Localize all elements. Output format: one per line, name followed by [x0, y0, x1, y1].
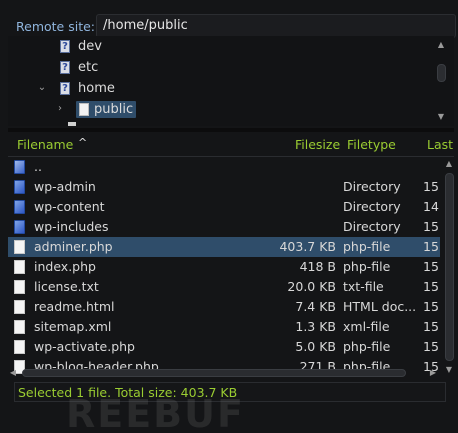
file-row-parent[interactable]: .. — [8, 157, 440, 177]
file-row[interactable]: wp-includes Directory 15 — [8, 217, 440, 237]
file-icon — [14, 280, 25, 294]
tree-item-etc[interactable]: ? etc — [60, 57, 98, 77]
file-type: Directory — [343, 219, 401, 234]
file-list-horizontal-scrollbar[interactable]: ◀ ▶ — [8, 366, 440, 380]
file-size: 20.0 KB — [287, 279, 336, 294]
file-type: php-file — [343, 339, 391, 354]
tree-item-label: public — [94, 101, 134, 117]
unknown-folder-icon: ? — [60, 39, 70, 53]
file-row[interactable]: wp-activate.php 5.0 KB php-file 15 — [8, 337, 440, 357]
file-icon — [14, 340, 25, 354]
scroll-up-icon[interactable]: ▲ — [442, 159, 454, 169]
file-last-modified: 15 — [423, 299, 439, 314]
scroll-thumb[interactable] — [445, 173, 454, 361]
file-size: 403.7 KB — [279, 239, 336, 254]
tree-item-label: etc — [78, 59, 99, 75]
folder-icon — [14, 180, 25, 194]
pane-divider[interactable] — [8, 128, 454, 132]
file-row[interactable]: wp-admin Directory 15 — [8, 177, 440, 197]
column-last-modified[interactable]: Last — [427, 137, 453, 152]
file-icon — [14, 300, 25, 314]
file-name: .. — [34, 159, 42, 174]
scroll-left-icon[interactable]: ◀ — [8, 368, 18, 378]
file-last-modified: 15 — [423, 339, 439, 354]
file-row-selected[interactable]: adminer.php 403.7 KB php-file 15 — [8, 237, 440, 257]
chevron-right-icon[interactable]: › — [54, 103, 66, 115]
file-size: 5.0 KB — [295, 339, 336, 354]
remote-site-label: Remote site: — [16, 18, 95, 34]
file-last-modified: 15 — [423, 179, 439, 194]
file-name: adminer.php — [34, 239, 113, 254]
file-type: Directory — [343, 179, 401, 194]
file-name: wp-content — [34, 199, 105, 214]
column-filesize[interactable]: Filesize — [295, 137, 340, 152]
file-type: txt-file — [343, 279, 384, 294]
file-size: 418 B — [299, 259, 336, 274]
file-name: readme.html — [34, 299, 115, 314]
file-row[interactable]: sitemap.xml 1.3 KB xml-file 15 — [8, 317, 440, 337]
tree-item-home[interactable]: ⌄ ? home — [36, 78, 115, 98]
remote-path-input[interactable]: /home/public — [96, 14, 456, 38]
file-type: php-file — [343, 259, 391, 274]
file-row[interactable]: readme.html 7.4 KB HTML doc... 15 — [8, 297, 440, 317]
scroll-down-icon[interactable]: ▼ — [442, 365, 454, 375]
watermark-logo: REEBUF — [66, 392, 245, 433]
document-icon — [79, 102, 89, 116]
scroll-up-icon[interactable]: ▲ — [434, 40, 448, 50]
file-type: Directory — [343, 199, 401, 214]
tree-item-label: dev — [78, 38, 102, 54]
file-row[interactable]: wp-content Directory 14 — [8, 197, 440, 217]
file-last-modified: 14 — [423, 199, 439, 214]
folder-icon — [14, 220, 25, 234]
file-last-modified: 15 — [423, 219, 439, 234]
unknown-folder-icon: ? — [60, 81, 70, 95]
scroll-down-icon[interactable]: ▼ — [434, 112, 448, 122]
scroll-right-icon[interactable]: ▶ — [428, 368, 438, 378]
file-row[interactable]: license.txt 20.0 KB txt-file 15 — [8, 277, 440, 297]
file-name: wp-activate.php — [34, 339, 135, 354]
column-filetype[interactable]: Filetype — [347, 137, 396, 152]
file-size: 1.3 KB — [295, 319, 336, 334]
scroll-thumb[interactable] — [22, 369, 406, 377]
unknown-folder-icon: ? — [60, 60, 70, 74]
file-icon — [14, 240, 25, 254]
tree-partial-item — [68, 122, 76, 126]
file-last-modified: 15 — [423, 279, 439, 294]
tree-item-label: home — [78, 80, 115, 96]
file-name: sitemap.xml — [34, 319, 112, 334]
folder-icon — [14, 200, 25, 214]
file-last-modified: 15 — [423, 319, 439, 334]
file-last-modified: 15 — [423, 259, 439, 274]
tree-item-dev[interactable]: ? dev — [60, 36, 102, 56]
file-type: php-file — [343, 239, 391, 254]
file-list-scrollbar[interactable]: ▲ ▼ — [442, 159, 454, 379]
scroll-thumb[interactable] — [437, 64, 446, 82]
tree-item-public[interactable]: › public — [54, 99, 137, 119]
folder-up-icon — [14, 160, 25, 174]
remote-file-list: Filename ^ Filesize Filetype Last .. wp-… — [8, 133, 454, 381]
remote-directory-tree: ? dev ? etc ⌄ ? home › public — [8, 36, 454, 126]
file-size: 7.4 KB — [295, 299, 336, 314]
file-name: wp-includes — [34, 219, 109, 234]
file-icon — [14, 320, 25, 334]
file-last-modified: 15 — [423, 239, 439, 254]
tree-selection: public — [76, 100, 137, 118]
column-filename[interactable]: Filename — [17, 137, 73, 152]
file-type: HTML doc... — [343, 299, 417, 314]
file-row[interactable]: index.php 418 B php-file 15 — [8, 257, 440, 277]
file-icon — [14, 260, 25, 274]
file-list-header: Filename ^ Filesize Filetype Last — [8, 133, 454, 157]
file-type: xml-file — [343, 319, 390, 334]
file-name: index.php — [34, 259, 96, 274]
tree-scrollbar[interactable]: ▲ ▼ — [434, 40, 448, 124]
file-name: license.txt — [34, 279, 99, 294]
sort-ascending-icon: ^ — [78, 136, 88, 149]
chevron-down-icon[interactable]: ⌄ — [36, 82, 48, 94]
file-name: wp-admin — [34, 179, 96, 194]
